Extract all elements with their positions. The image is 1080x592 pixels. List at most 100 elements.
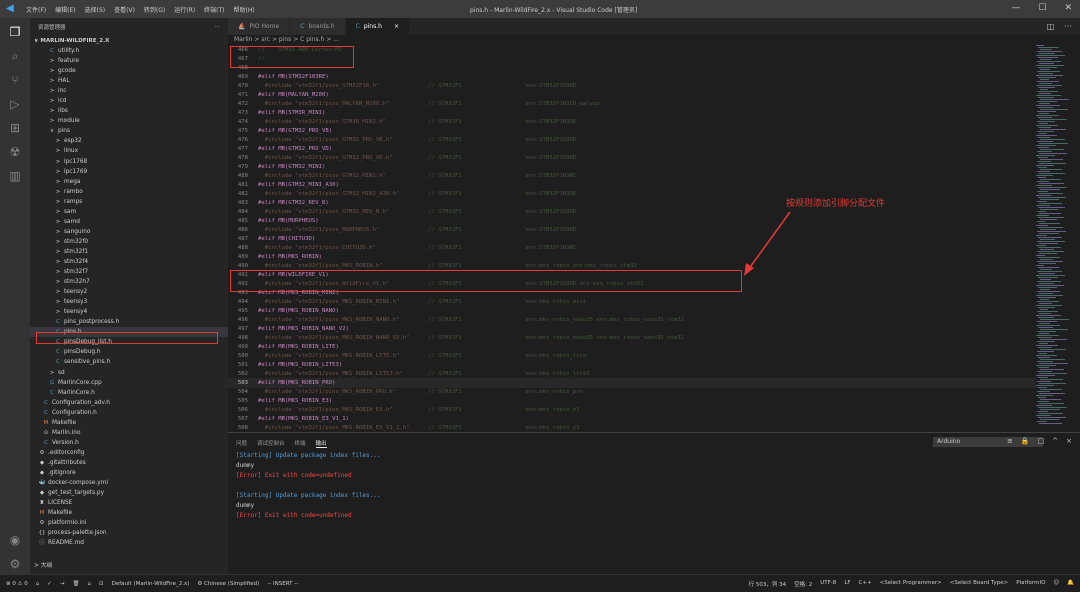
status-item[interactable]: LF [844, 580, 850, 588]
tree-item[interactable]: 🐳 docker-compose.yml [30, 478, 228, 488]
menu-item[interactable]: 选择(S) [85, 5, 106, 14]
more-actions-icon[interactable]: ··· [1064, 22, 1072, 31]
menu-item[interactable]: 查看(V) [114, 5, 135, 14]
status-item[interactable]: ⊗ 0 ⚠ 0 [6, 581, 28, 587]
panel-action-icon[interactable]: × [1066, 437, 1072, 445]
tree-item[interactable]: > sd [30, 368, 228, 378]
tree-item[interactable]: > teensy3 [30, 297, 228, 307]
serial-monitor-icon[interactable]: ▥ [7, 168, 23, 184]
tree-item[interactable]: > lpc1769 [30, 167, 228, 177]
status-item[interactable]: UTF-8 [820, 580, 836, 588]
outline-section[interactable]: > 大纲 [34, 561, 52, 571]
tree-item[interactable]: > inc [30, 86, 228, 96]
tree-item[interactable]: > stm32f7 [30, 267, 228, 277]
editor-tab[interactable]: Cboards.h [290, 18, 346, 35]
tree-item[interactable]: > stm32f4 [30, 257, 228, 267]
menu-item[interactable]: 文件(F) [26, 5, 46, 14]
status-item[interactable]: <Select Programmer> [880, 580, 942, 588]
explorer-icon[interactable]: ❐ [7, 24, 23, 40]
menu-item[interactable]: 终端(T) [204, 5, 224, 14]
maximize-icon[interactable]: ☐ [1038, 3, 1046, 13]
panel-tab[interactable]: 输出 [315, 439, 327, 448]
status-item[interactable]: 🗑 [73, 581, 80, 587]
panel-tab[interactable]: 问题 [236, 439, 247, 448]
tree-item[interactable]: > teensy2 [30, 287, 228, 297]
status-item[interactable]: ⚙ Chinese (Simplified) [197, 581, 259, 587]
panel-action-icon[interactable]: ≡ [1007, 437, 1013, 445]
status-item[interactable]: PlatformIO [1016, 580, 1045, 588]
tree-item[interactable]: > teensy4 [30, 307, 228, 317]
tree-item[interactable]: > stm32f1 [30, 247, 228, 257]
tree-item[interactable]: > ramps [30, 197, 228, 207]
tree-item[interactable]: ⓘ README.md [30, 538, 228, 548]
tree-item[interactable]: ⚙ platformio.ini [30, 518, 228, 528]
status-item[interactable]: <Select Board Type> [950, 580, 1008, 588]
code-editor[interactable]: 466//STM32 ARM Cortex-M3 467//468 469 #elif… [228, 45, 1036, 432]
menu-item[interactable]: 运行(R) [174, 5, 195, 14]
tree-item[interactable]: M Makefile [30, 418, 228, 428]
tree-item[interactable]: > samd [30, 217, 228, 227]
editor-tab[interactable]: Cpins.h × [345, 18, 410, 35]
tree-item[interactable]: > stm32h7 [30, 277, 228, 287]
editor-tab[interactable]: ⛵ PIO Home [228, 18, 291, 35]
tree-item[interactable]: C Configuration_adv.h [30, 398, 228, 408]
tree-item[interactable]: Cpins_postprocess.h [30, 317, 228, 327]
tree-item[interactable]: ◆ get_test_targets.py [30, 488, 228, 498]
tree-item[interactable]: ◆ .gitattributes [30, 458, 228, 468]
tree-item[interactable]: Cpins.h [30, 327, 228, 338]
status-item[interactable]: Default (Marlin-WildFire_2.x) [112, 581, 190, 587]
panel-action-icon[interactable]: 🔒 [1021, 437, 1030, 445]
settings-gear-icon[interactable]: ⚙ [7, 556, 23, 572]
tree-item[interactable]: CpinsDebug_list.h [30, 337, 228, 347]
tree-item[interactable]: C Configuration.h [30, 408, 228, 418]
tree-item[interactable]: > sam [30, 207, 228, 217]
status-item[interactable]: -- INSERT -- [267, 581, 298, 587]
tree-item[interactable]: > module [30, 116, 228, 126]
status-item[interactable]: 🔔 [1067, 580, 1074, 588]
status-item[interactable]: 空格: 2 [794, 580, 812, 588]
tree-item[interactable]: ⊙ Marlin.ino [30, 428, 228, 438]
tree-item[interactable]: > esp32 [30, 136, 228, 146]
workspace-root[interactable]: ∨ MARLIN-WILDFIRE_2.X [30, 36, 228, 46]
tree-item[interactable]: G MarlinCore.cpp [30, 378, 228, 388]
code-line[interactable]: 508 #include "stm32f1/pins_MKS_ROBIN_E3_… [228, 423, 1036, 432]
tree-item[interactable]: Cutility.h [30, 46, 228, 56]
tree-item[interactable]: {} process-palette.json [30, 528, 228, 538]
menu-item[interactable]: 编辑(E) [55, 5, 75, 14]
tab-close-icon[interactable]: × [394, 23, 399, 30]
source-control-icon[interactable]: ⑂ [7, 72, 23, 88]
tree-item[interactable]: > HAL [30, 76, 228, 86]
tree-item[interactable]: ♜ LICENSE [30, 498, 228, 508]
panel-tab[interactable]: 调试控制台 [257, 439, 285, 448]
status-item[interactable]: ⌂ [88, 581, 92, 587]
account-icon[interactable]: ◉ [7, 532, 23, 548]
extensions-icon[interactable]: ⊞ [7, 120, 23, 136]
tree-item[interactable]: > stm32f0 [30, 237, 228, 247]
status-item[interactable]: ✓ [47, 581, 52, 587]
status-item[interactable]: ⊡ [99, 581, 104, 587]
status-item[interactable]: ⌂ [36, 581, 40, 587]
panel-action-icon[interactable]: □ [1038, 437, 1045, 445]
status-item[interactable]: 行 503，列 34 [749, 580, 787, 588]
more-actions-icon[interactable]: ··· [215, 24, 220, 30]
tree-item[interactable]: ∨ pins [30, 126, 228, 136]
close-icon[interactable]: ✕ [1064, 3, 1072, 13]
minimize-icon[interactable]: — [1011, 3, 1020, 13]
status-item[interactable]: → [60, 581, 65, 587]
tree-item[interactable]: > gcode [30, 66, 228, 76]
tree-item[interactable]: > libs [30, 106, 228, 116]
run-debug-icon[interactable]: ▷ [7, 96, 23, 112]
menu-item[interactable]: 帮助(H) [233, 5, 254, 14]
panel-tab[interactable]: 终端 [295, 439, 306, 448]
tree-item[interactable]: M Makefile [30, 508, 228, 518]
tree-item[interactable]: > lcd [30, 96, 228, 106]
tree-item[interactable]: > feature [30, 56, 228, 66]
tree-item[interactable]: C MarlinCore.h [30, 388, 228, 398]
tree-item[interactable]: ◆ .gitignore [30, 468, 228, 478]
tree-item[interactable]: > lpc1768 [30, 157, 228, 167]
breadcrumb[interactable]: Marlin > src > pins > C pins.h > ... [228, 35, 1028, 45]
tree-item[interactable]: > linux [30, 146, 228, 156]
tree-item[interactable]: ⚙ .editorconfig [30, 448, 228, 458]
tree-item[interactable]: > mega [30, 177, 228, 187]
status-item[interactable]: ☺ [1053, 580, 1059, 588]
